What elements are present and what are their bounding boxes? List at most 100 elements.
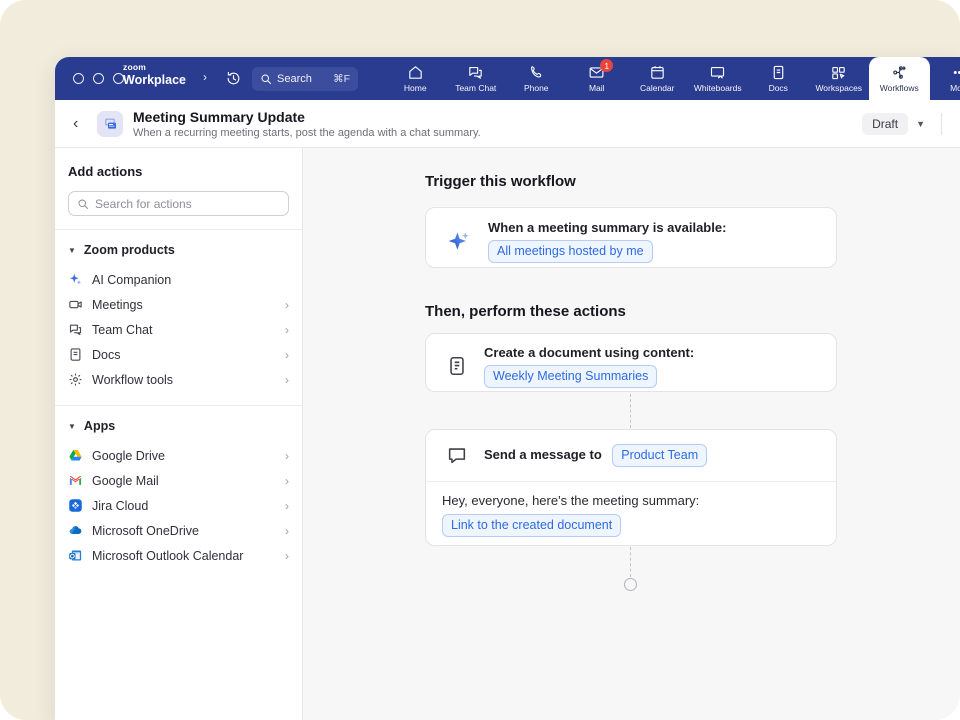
docs-icon xyxy=(770,64,787,81)
message-body-section[interactable]: Hey, everyone, here's the meeting summar… xyxy=(426,481,836,548)
brand-zoom: zoom xyxy=(123,63,186,72)
workflow-title-block: Meeting Summary Update When a recurring … xyxy=(133,109,481,139)
sidebar-item-meetings[interactable]: Meetings › xyxy=(68,292,289,317)
chevron-down-icon[interactable]: ▼ xyxy=(916,119,925,129)
sidebar-item-team-chat[interactable]: Team Chat › xyxy=(68,317,289,342)
recipient-pill[interactable]: Product Team xyxy=(612,444,707,467)
top-navigation-bar: zoom Workplace › Search ⌘F Home xyxy=(55,57,960,100)
section-apps[interactable]: ▼ Apps xyxy=(68,419,289,433)
window-control-dot[interactable] xyxy=(73,73,84,84)
actions-heading: Then, perform these actions xyxy=(425,303,626,320)
actions-search-placeholder: Search for actions xyxy=(95,197,192,211)
nav-phone[interactable]: Phone xyxy=(506,57,567,100)
document-link-pill[interactable]: Link to the created document xyxy=(442,514,621,537)
search-placeholder: Search xyxy=(277,73,312,85)
triangle-down-icon: ▼ xyxy=(68,422,76,431)
workflow-header: ‹ Meeting Summary Update When a recurrin… xyxy=(55,100,960,148)
sidebar-item-docs[interactable]: Docs › xyxy=(68,342,289,367)
search-shortcut: ⌘F xyxy=(333,73,350,85)
triangle-down-icon: ▼ xyxy=(68,246,76,255)
nav-calendar[interactable]: Calendar xyxy=(627,57,688,100)
sidebar-title: Add actions xyxy=(68,164,289,179)
action-title: Send a message to xyxy=(484,447,602,462)
sidebar-item-google-drive[interactable]: Google Drive › xyxy=(68,443,289,468)
connector-dashed-line xyxy=(630,547,631,577)
nav-more[interactable]: More xyxy=(930,57,960,100)
search-icon xyxy=(77,198,89,210)
status-badge[interactable]: Draft xyxy=(862,113,908,135)
header-divider xyxy=(941,113,942,135)
zoom-workplace-logo: zoom Workplace xyxy=(123,63,186,86)
nav-home[interactable]: Home xyxy=(385,57,446,100)
connector-dashed-line xyxy=(630,394,631,428)
ai-companion-sparkle-icon xyxy=(68,272,83,287)
gmail-icon xyxy=(68,473,83,488)
window-controls[interactable] xyxy=(73,73,124,84)
app-window: zoom Workplace › Search ⌘F Home xyxy=(55,57,960,720)
chevron-right-icon: › xyxy=(285,524,289,538)
team-chat-icon xyxy=(68,322,83,337)
meetings-camera-icon xyxy=(68,297,83,312)
trigger-title: When a meeting summary is available: xyxy=(488,220,726,235)
workflow-canvas: Trigger this workflow When a meeting sum… xyxy=(303,148,960,720)
calendar-icon xyxy=(649,64,666,81)
chevron-right-icon: › xyxy=(285,373,289,387)
section-zoom-products[interactable]: ▼ Zoom products xyxy=(68,243,289,257)
chevron-right-icon: › xyxy=(285,549,289,563)
chevron-right-icon: › xyxy=(285,474,289,488)
sidebar-item-ai-companion[interactable]: AI Companion xyxy=(68,267,289,292)
workspaces-icon xyxy=(830,64,847,81)
sidebar-item-microsoft-outlook-calendar[interactable]: Microsoft Outlook Calendar › xyxy=(68,543,289,568)
nav-workflows-active-tab[interactable]: Workflows xyxy=(869,57,930,100)
google-drive-icon xyxy=(68,448,83,463)
message-text: Hey, everyone, here's the meeting summar… xyxy=(442,493,820,508)
more-icon xyxy=(951,64,960,81)
document-icon xyxy=(446,355,468,377)
page-subtitle: When a recurring meeting starts, post th… xyxy=(133,127,481,139)
action-card-create-document[interactable]: Create a document using content: Weekly … xyxy=(425,333,837,392)
chevron-right-icon: › xyxy=(285,348,289,362)
document-name-pill[interactable]: Weekly Meeting Summaries xyxy=(484,365,657,388)
workflows-icon xyxy=(891,64,908,81)
phone-icon xyxy=(528,64,545,81)
sidebar-item-google-mail[interactable]: Google Mail › xyxy=(68,468,289,493)
nav-workspaces[interactable]: Workspaces xyxy=(809,57,870,100)
sidebar-item-workflow-tools[interactable]: Workflow tools › xyxy=(68,367,289,392)
trigger-card[interactable]: When a meeting summary is available: All… xyxy=(425,207,837,268)
page-title: Meeting Summary Update xyxy=(133,109,481,125)
back-chevron-icon[interactable]: ‹ xyxy=(73,115,91,133)
outlook-calendar-icon xyxy=(68,548,83,563)
add-step-endpoint-circle[interactable] xyxy=(624,578,637,591)
nav-mail[interactable]: 1 Mail xyxy=(567,57,628,100)
global-search-input[interactable]: Search ⌘F xyxy=(252,67,358,91)
add-actions-sidebar: Add actions Search for actions ▼ Zoom pr… xyxy=(55,148,303,720)
history-clock-icon[interactable] xyxy=(225,70,242,87)
home-icon xyxy=(407,64,424,81)
team-chat-icon xyxy=(467,64,484,81)
search-icon xyxy=(260,73,272,85)
nav-docs[interactable]: Docs xyxy=(748,57,809,100)
meeting-summary-icon xyxy=(97,111,123,137)
trigger-scope-pill[interactable]: All meetings hosted by me xyxy=(488,240,653,263)
actions-search-input[interactable]: Search for actions xyxy=(68,191,289,216)
trigger-heading: Trigger this workflow xyxy=(425,173,576,190)
gear-icon xyxy=(68,372,83,387)
sidebar-item-jira-cloud[interactable]: Jira Cloud › xyxy=(68,493,289,518)
marketing-frame: zoom Workplace › Search ⌘F Home xyxy=(0,0,960,720)
mail-unread-badge: 1 xyxy=(600,59,613,72)
chevron-right-icon[interactable]: › xyxy=(203,70,207,84)
chevron-right-icon: › xyxy=(285,449,289,463)
chat-bubble-icon xyxy=(446,444,468,466)
nav-whiteboards[interactable]: Whiteboards xyxy=(688,57,749,100)
window-control-dot[interactable] xyxy=(93,73,104,84)
chevron-right-icon: › xyxy=(285,323,289,337)
jira-icon xyxy=(68,498,83,513)
chevron-right-icon: › xyxy=(285,298,289,312)
brand-workplace: Workplace xyxy=(123,74,186,87)
nav-team-chat[interactable]: Team Chat xyxy=(446,57,507,100)
ai-sparkle-icon xyxy=(446,228,472,254)
onedrive-icon xyxy=(68,523,83,538)
action-card-send-message[interactable]: Send a message to Product Team Hey, ever… xyxy=(425,429,837,546)
divider xyxy=(55,405,302,406)
sidebar-item-microsoft-onedrive[interactable]: Microsoft OneDrive › xyxy=(68,518,289,543)
